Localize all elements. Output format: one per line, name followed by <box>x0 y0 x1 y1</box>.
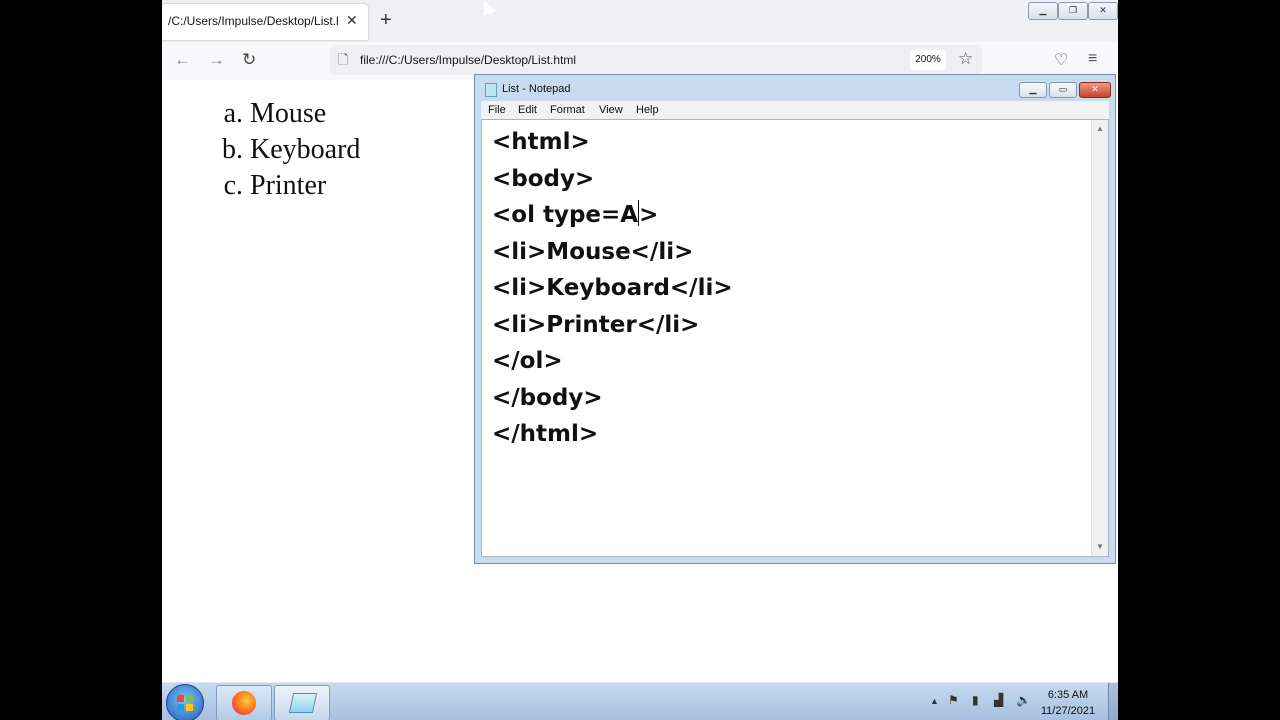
notepad-menu-bar: File Edit Format View Help <box>481 101 1109 119</box>
window-restore-button[interactable]: ❐ <box>1058 2 1088 20</box>
power-icon[interactable]: ▮ <box>972 693 979 707</box>
window-minimize-button[interactable]: ▁ <box>1028 2 1058 20</box>
ordered-list: Mouse Keyboard Printer <box>220 96 360 204</box>
page-icon: 🗋 <box>338 52 349 67</box>
new-tab-button[interactable]: + <box>380 9 392 32</box>
notepad-minimize-button[interactable]: ▁ <box>1019 82 1047 98</box>
notepad-icon <box>288 693 318 713</box>
show-desktop-button[interactable] <box>1108 683 1118 720</box>
code-line: <li>Keyboard</li> <box>492 275 733 301</box>
scroll-up-icon[interactable]: ▲ <box>1096 124 1104 133</box>
scroll-down-icon[interactable]: ▼ <box>1096 542 1104 551</box>
tab-title: /C:/Users/Impulse/Desktop/List.html <box>168 14 338 28</box>
notepad-maximize-button[interactable]: ▭ <box>1049 82 1077 98</box>
code-line: <ol type=A> <box>492 200 659 228</box>
source-code[interactable]: <html> <body> <ol type=A> <li>Mouse</li> <li… <box>492 124 733 453</box>
menu-edit[interactable]: Edit <box>518 104 537 116</box>
system-clock[interactable]: 6:35 AM 11/27/2021 <box>1030 687 1106 719</box>
menu-icon[interactable]: ≡ <box>1088 50 1097 68</box>
taskbar-firefox[interactable] <box>216 685 272 720</box>
code-line: </ol> <box>492 348 563 374</box>
code-line: <li>Mouse</li> <box>492 238 694 265</box>
notepad-text-area[interactable]: <html> <body> <ol type=A> <li>Mouse</li> <li… <box>481 119 1109 557</box>
back-arrow-icon[interactable]: ← <box>174 50 191 70</box>
menu-view[interactable]: View <box>599 104 623 116</box>
code-line: <html> <box>492 129 590 155</box>
window-close-button[interactable]: ✕ <box>1088 2 1118 20</box>
code-line: <li>Printer</li> <box>492 311 700 338</box>
clock-date: 11/27/2021 <box>1040 705 1096 717</box>
notepad-close-button[interactable]: ✕ <box>1079 82 1111 98</box>
zoom-level-button[interactable]: 200% <box>910 50 946 70</box>
menu-help[interactable]: Help <box>636 104 659 116</box>
code-line: </body> <box>492 384 603 411</box>
url-bar[interactable]: 🗋 file:///C:/Users/Impulse/Desktop/List.… <box>330 45 982 75</box>
start-button[interactable] <box>166 684 204 720</box>
list-item: Keyboard <box>250 132 360 168</box>
list-item: Mouse <box>250 96 360 132</box>
network-icon[interactable]: ▟ <box>994 693 1003 707</box>
forward-arrow-icon[interactable]: → <box>208 50 225 70</box>
pocket-icon[interactable]: ♡ <box>1054 50 1068 70</box>
notepad-window: List - Notepad ▁ ▭ ✕ File Edit Format Vi… <box>474 74 1116 564</box>
url-text[interactable]: file:///C:/Users/Impulse/Desktop/List.ht… <box>360 53 576 67</box>
menu-format[interactable]: Format <box>550 104 585 116</box>
notepad-icon <box>485 83 497 97</box>
notepad-title-bar[interactable]: List - Notepad ▁ ▭ ✕ <box>475 75 1115 101</box>
taskbar: ▲ ⚑ ▮ ▟ 🔈 6:35 AM 11/27/2021 <box>162 682 1118 720</box>
list-item: Printer <box>250 168 360 204</box>
volume-icon[interactable]: 🔈 <box>1016 693 1031 707</box>
show-hidden-icons[interactable]: ▲ <box>930 696 939 706</box>
firefox-icon <box>232 691 256 715</box>
windows-logo-icon <box>177 695 193 711</box>
reload-icon[interactable]: ↻ <box>242 50 256 70</box>
bookmark-star-icon[interactable]: ☆ <box>958 49 973 69</box>
tab-close-icon[interactable]: ✕ <box>346 12 358 29</box>
menu-file[interactable]: File <box>488 104 506 116</box>
browser-tab-bar: /C:/Users/Impulse/Desktop/List.html ✕ + … <box>162 0 1118 42</box>
browser-tab[interactable]: /C:/Users/Impulse/Desktop/List.html ✕ <box>162 4 368 40</box>
code-line: <body> <box>492 165 595 192</box>
action-center-icon[interactable]: ⚑ <box>948 693 959 707</box>
notepad-title: List - Notepad <box>502 83 571 95</box>
clock-time: 6:35 AM <box>1047 689 1089 701</box>
taskbar-notepad[interactable] <box>274 685 330 720</box>
code-line: </html> <box>492 421 599 447</box>
vertical-scrollbar[interactable]: ▲ ▼ <box>1091 120 1108 556</box>
